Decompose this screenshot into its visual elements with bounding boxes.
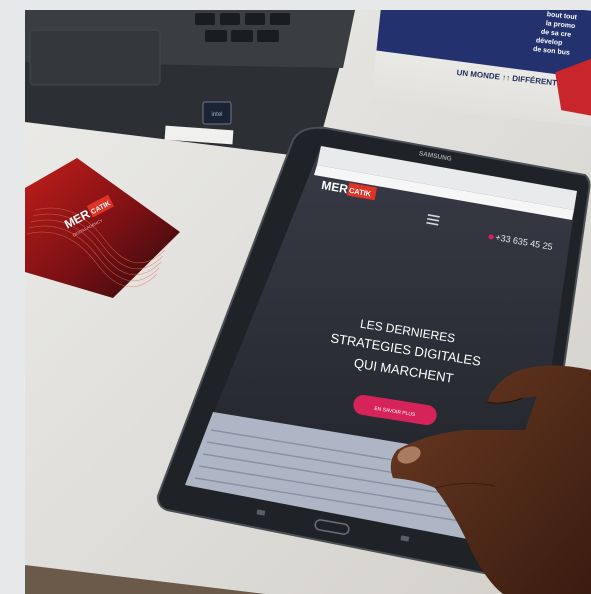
intel-badge: intel bbox=[211, 112, 222, 118]
phone-icon bbox=[488, 234, 494, 240]
photo-scene: intel UN MONDE ↑↑ DIFFÉRENT bout tout la… bbox=[25, 10, 591, 594]
